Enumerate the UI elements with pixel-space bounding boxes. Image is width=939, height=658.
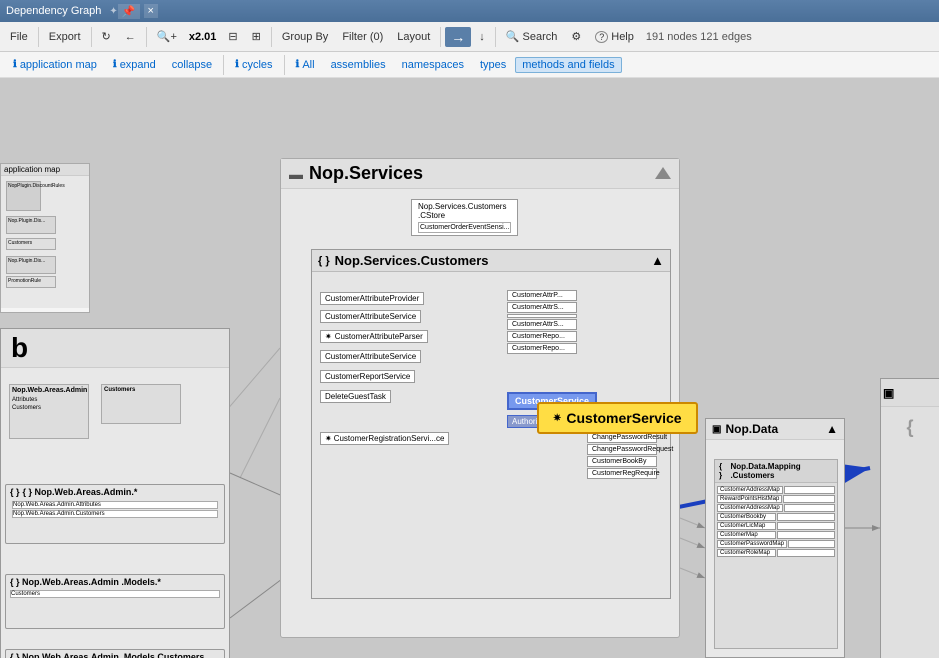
refresh-button[interactable]: ↻ — [96, 27, 117, 46]
nop-services-customers-header: { } Nop.Services.Customers ▲ — [312, 250, 670, 272]
nop-services-node[interactable]: ▬ Nop.Services Nop.Services.Customers .C… — [280, 158, 680, 638]
nop-services-header: ▬ Nop.Services — [281, 159, 679, 189]
zoom-out-button[interactable]: ⊟ — [222, 27, 243, 46]
graph-canvas[interactable]: application map NopPlugin.DiscountRules … — [0, 78, 939, 658]
help-button[interactable]: ? Help — [589, 28, 640, 46]
customer-attr-service-1-node: CustomerAttributeService — [320, 310, 421, 323]
back-icon: ← — [125, 31, 136, 43]
group-by-button[interactable]: Group By — [276, 28, 334, 46]
info-icon-4: ℹ — [296, 59, 300, 70]
info-icon-1: ℹ — [13, 59, 17, 70]
separator-1 — [38, 27, 39, 47]
node-count: 191 nodes 121 edges — [646, 31, 752, 43]
far-right-nodes: ChangePasswordResult ChangePasswordReque… — [587, 432, 657, 479]
app-map-button[interactable]: ℹ application map — [6, 57, 104, 73]
nop-web-areas-box[interactable]: { } { } Nop.Web.Areas.Admin.* Nop.Web.Ar… — [5, 484, 225, 544]
cstore-node: Nop.Services.Customers .CStore CustomerO… — [411, 199, 518, 236]
zoom-in-icon: 🔍+ — [157, 30, 177, 43]
nop-services-customers-title: Nop.Services.Customers — [335, 253, 489, 268]
left-box-b-label: b — [7, 328, 32, 367]
right-column-nodes: CustomerAttrP... CustomerAttrS... Custom… — [507, 290, 577, 354]
all-button[interactable]: ℹ All — [289, 57, 322, 73]
nop-data-header: ▣ Nop.Data ▲ — [706, 419, 844, 440]
right-edge-node: ▣ { — [880, 378, 939, 658]
customer-attr-provider-node: CustomerAttributeProvider — [320, 292, 424, 305]
separator-4 — [271, 27, 272, 47]
back-button[interactable]: ← — [119, 28, 142, 46]
left-box-b-header: b — [1, 329, 229, 368]
customers-expand-arrow[interactable]: ▲ — [651, 253, 664, 268]
navigate-down-button[interactable]: ↓ — [473, 28, 491, 46]
nop-web-areas-models-box[interactable]: { } Nop.Web.Areas.Admin .Models.* Custom… — [5, 574, 225, 629]
fit-icon: ⊞ — [252, 30, 261, 43]
zoom-out-icon: ⊟ — [228, 30, 237, 43]
separator-6 — [495, 27, 496, 47]
search-button[interactable]: 🔍 Search — [500, 27, 564, 46]
collapse-icon[interactable]: ▬ — [289, 166, 303, 182]
file-button[interactable]: File — [4, 28, 34, 46]
customer-reg-node: ✷ CustomerRegistrationServi...ce — [320, 432, 449, 445]
help-icon: ? — [595, 31, 608, 43]
customer-report-node: CustomerReportService — [320, 370, 415, 383]
inner-nodes: CustomerAttributeProvider CustomerAttrib… — [312, 272, 670, 590]
inner-node-2: Customers — [102, 385, 180, 395]
separator-sec-1 — [223, 55, 224, 75]
nop-data-expand-arrow[interactable]: ▲ — [826, 422, 838, 436]
inner-node-1: Nop.Web.Areas.Admin — [10, 385, 88, 396]
nop-data-node[interactable]: ▣ Nop.Data ▲ { } Nop.Data.Mapping .Custo… — [705, 418, 845, 658]
customer-attr-parser-node: ✷ CustomerAttributeParser — [320, 330, 428, 343]
fit-button[interactable]: ⊞ — [246, 27, 267, 46]
separator-sec-2 — [284, 55, 285, 75]
customer-service-node[interactable]: ✷ CustomerService — [537, 402, 698, 434]
tab-close-button[interactable]: × — [144, 4, 158, 18]
left-namespace-b: b Nop.Web.Areas.Admin Attributes Custome… — [0, 328, 230, 658]
export-button[interactable]: Export — [43, 28, 87, 46]
cycles-button[interactable]: ℹ cycles — [228, 57, 279, 73]
settings-button[interactable]: ⚙ — [565, 27, 587, 46]
info-icon-3: ℹ — [235, 59, 239, 70]
nop-web-areas-models-customers-box[interactable]: { } Nop.Web.Areas.Admin .Models.Customer… — [5, 649, 225, 658]
collapse-button[interactable]: collapse — [165, 57, 219, 73]
refresh-icon: ↻ — [102, 30, 111, 43]
layout-button[interactable]: Layout — [391, 28, 436, 46]
expand-button[interactable]: ℹ expand — [106, 57, 163, 73]
zoom-level: x2.01 — [185, 29, 221, 45]
nop-data-mapping-header: { } Nop.Data.Mapping .Customers — [715, 460, 837, 483]
namespaces-button[interactable]: namespaces — [395, 57, 471, 73]
mini-map-header: application map — [1, 164, 89, 176]
separator-5 — [440, 27, 441, 47]
navigate-forward-button[interactable]: → — [445, 27, 471, 47]
gear-icon: ⚙ — [571, 30, 581, 43]
main-toolbar: File Export ↻ ← 🔍+ x2.01 ⊟ ⊞ Group By Fi… — [0, 22, 939, 52]
search-icon: 🔍 — [506, 30, 520, 43]
assemblies-button[interactable]: assemblies — [324, 57, 393, 73]
secondary-toolbar: ℹ application map ℹ expand collapse ℹ cy… — [0, 52, 939, 78]
customer-attr-service-2-node: CustomerAttributeService — [320, 350, 421, 363]
mapping-nodes: CustomerAddressMap RewardPointsHistMap C… — [715, 483, 837, 560]
info-icon-2: ℹ — [113, 59, 117, 70]
title-bar: Dependency Graph ✦ 📌 × — [0, 0, 939, 22]
types-button[interactable]: types — [473, 57, 513, 73]
mini-map[interactable]: application map NopPlugin.DiscountRules … — [0, 163, 90, 313]
filter-button[interactable]: Filter (0) — [336, 28, 389, 46]
title-text: Dependency Graph — [6, 5, 101, 17]
separator-3 — [146, 27, 147, 47]
separator-2 — [91, 27, 92, 47]
nop-services-title: Nop.Services — [309, 163, 423, 184]
nop-data-mapping-node[interactable]: { } Nop.Data.Mapping .Customers Customer… — [714, 459, 838, 649]
zoom-in-button[interactable]: 🔍+ — [151, 27, 183, 46]
tab-pin-button[interactable]: 📌 — [118, 4, 140, 19]
nop-services-customers-node[interactable]: { } Nop.Services.Customers ▲ CustomerAtt… — [311, 249, 671, 599]
methods-fields-button[interactable]: methods and fields — [515, 57, 621, 73]
expand-arrow[interactable] — [655, 167, 671, 179]
delete-guest-node: DeleteGuestTask — [320, 390, 391, 403]
